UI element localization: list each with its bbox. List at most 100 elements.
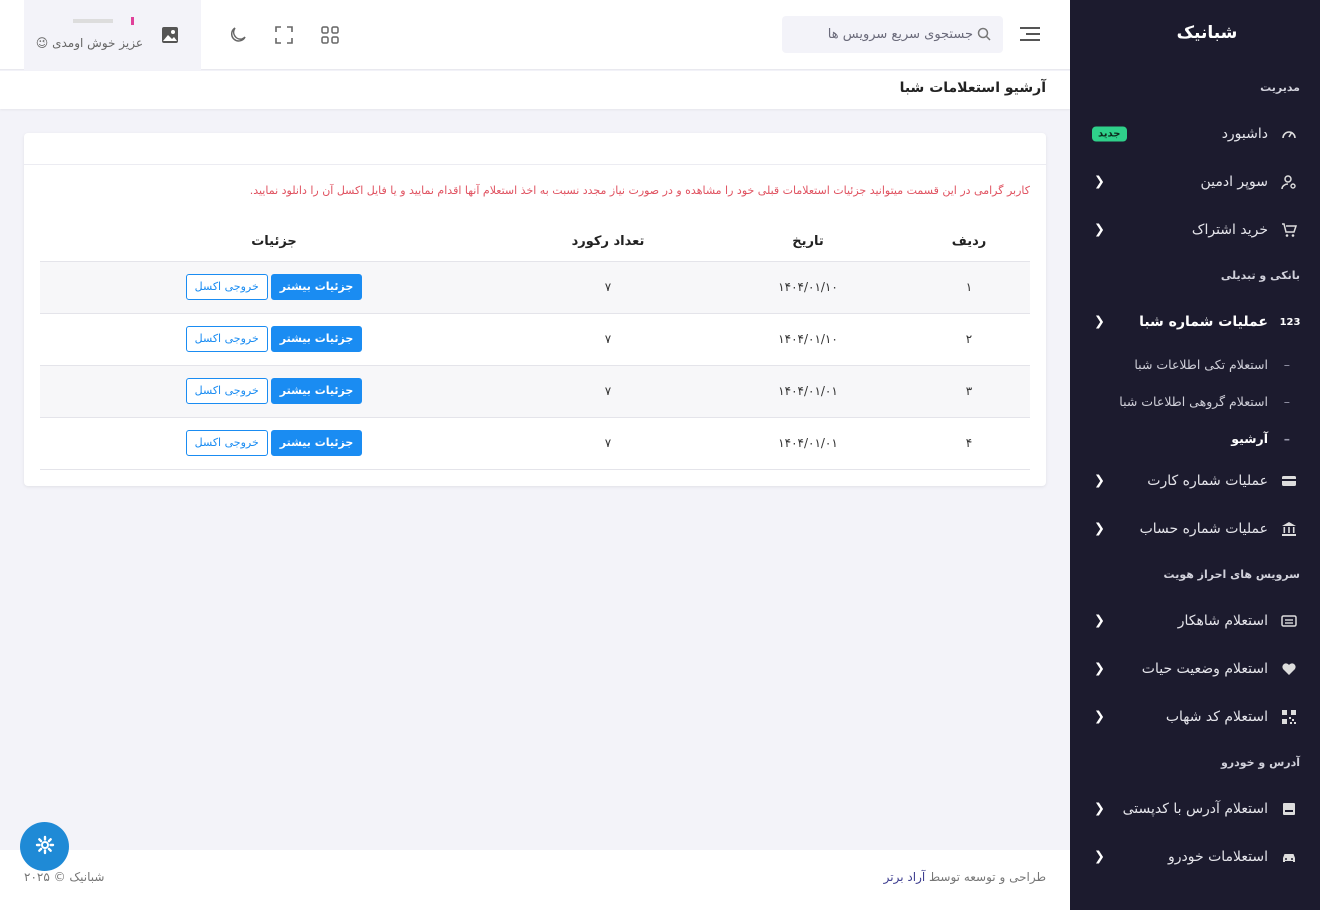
cell-date: ۱۴۰۴/۰۱/۱۰: [708, 261, 908, 314]
user-greeting: عزیز خوش اومدی 😉: [35, 36, 143, 50]
section-title-address: آدرس و خودرو: [1220, 756, 1300, 769]
credit-card-icon: [1280, 472, 1298, 490]
sidebar-item-account-ops[interactable]: عملیات شماره حساب ❮: [1070, 505, 1320, 553]
sidebar-item-label: عملیات شماره شبا: [1139, 314, 1268, 330]
footer-copyright: شبانیک © ۲۰۲۵: [24, 870, 105, 884]
sidebar-subitem-group-sheba[interactable]: – استعلام گروهی اطلاعات شبا: [1070, 383, 1320, 420]
dash-icon: –: [1283, 431, 1290, 446]
chevron-left-icon: ❮: [1094, 661, 1105, 677]
cell-details: جزئیات بیشترخروجی اکسل: [40, 417, 508, 470]
archive-card: کاربر گرامی در این قسمت میتوانید جزئیات …: [24, 133, 1046, 486]
more-details-button[interactable]: جزئیات بیشتر: [270, 326, 363, 352]
menu-toggle-icon[interactable]: [1020, 25, 1042, 46]
table-header-row: ردیف تاریخ تعداد رکورد جزئیات: [40, 223, 1030, 262]
id-card-icon: [1280, 612, 1298, 630]
table-row: ۴ ۱۴۰۴/۰۱/۰۱ ۷ جزئیات بیشترخروجی اکسل: [40, 417, 1030, 470]
user-admin-icon: [1280, 173, 1298, 191]
excel-export-button[interactable]: خروجی اکسل: [185, 378, 268, 404]
chevron-left-icon: ❮: [1094, 521, 1105, 537]
cell-count: ۷: [508, 261, 708, 314]
chevron-left-icon: ❮: [1094, 222, 1105, 238]
sidebar-item-vehicle[interactable]: استعلامات خودرو ❮: [1070, 833, 1320, 881]
brand-text-b: نیک: [1176, 23, 1208, 43]
brand-logo[interactable]: شبا نیک: [1070, 0, 1320, 66]
sidebar-item-label: سوپر ادمین: [1200, 174, 1268, 190]
column-header-details: جزئیات: [40, 223, 508, 262]
sidebar-item-label: عملیات شماره حساب: [1139, 521, 1268, 537]
bank-icon: [1280, 520, 1298, 538]
sidebar: شبا نیک مدیریت داشبورد جدید سوپر ادمین ❮ …: [1070, 0, 1320, 910]
sidebar-item-dashboard[interactable]: داشبورد جدید: [1070, 110, 1320, 158]
cart-icon: [1280, 221, 1298, 239]
apps-grid-icon[interactable]: [319, 24, 341, 46]
more-details-button[interactable]: جزئیات بیشتر: [270, 274, 363, 300]
cell-date: ۱۴۰۴/۰۱/۱۰: [708, 313, 908, 366]
sidebar-subitem-label: استعلام تکی اطلاعات شبا: [1134, 357, 1268, 372]
search-icon: [977, 27, 991, 45]
page-title: آرشیو استعلامات شبا: [899, 80, 1046, 96]
sidebar-subitem-archive[interactable]: – آرشیو: [1070, 420, 1320, 457]
sidebar-item-label: استعلام کد شهاب: [1165, 709, 1268, 725]
excel-export-button[interactable]: خروجی اکسل: [185, 430, 268, 456]
sidebar-item-shahab[interactable]: استعلام کد شهاب ❮: [1070, 693, 1320, 741]
section-title-manage: مدیریت: [1260, 81, 1300, 94]
sidebar-item-buy-subscription[interactable]: خرید اشتراک ❮: [1070, 206, 1320, 254]
footer-credit-prefix: طراحی و توسعه توسط: [929, 870, 1046, 884]
sidebar-item-postal-address[interactable]: استعلام آدرس با کدپستی ❮: [1070, 785, 1320, 833]
user-name-placeholder: [71, 16, 141, 26]
sidebar-item-card-ops[interactable]: عملیات شماره کارت ❮: [1070, 457, 1320, 505]
more-details-button[interactable]: جزئیات بیشتر: [270, 430, 363, 456]
cell-count: ۷: [508, 313, 708, 366]
dash-icon: –: [1283, 357, 1290, 372]
dark-mode-moon-icon[interactable]: [227, 24, 249, 46]
settings-fab-button[interactable]: [20, 822, 69, 871]
sidebar-item-label: عملیات شماره کارت: [1147, 473, 1268, 489]
sidebar-subitem-single-sheba[interactable]: – استعلام تکی اطلاعات شبا: [1070, 346, 1320, 383]
sidebar-item-life-status[interactable]: استعلام وضعیت حیات ❮: [1070, 645, 1320, 693]
chevron-left-icon: ❮: [1094, 473, 1105, 489]
section-title-banking: بانکی و تبدیلی: [1220, 269, 1300, 282]
cell-details: جزئیات بیشترخروجی اکسل: [40, 365, 508, 418]
speedometer-icon: [1280, 125, 1298, 143]
user-profile[interactable]: عزیز خوش اومدی 😉: [24, 0, 201, 70]
sidebar-item-super-admin[interactable]: سوپر ادمین ❮: [1070, 158, 1320, 206]
archive-table: ردیف تاریخ تعداد رکورد جزئیات ۱ ۱۴۰۴/۰۱/…: [40, 223, 1030, 470]
excel-export-button[interactable]: خروجی اکسل: [185, 274, 268, 300]
chevron-left-icon: ❮: [1094, 613, 1105, 629]
chevron-left-icon: ❮: [1094, 314, 1105, 330]
sidebar-item-label: استعلام شاهکار: [1177, 613, 1268, 629]
cell-date: ۱۴۰۴/۰۱/۰۱: [708, 365, 908, 418]
sidebar-item-shahkar[interactable]: استعلام شاهکار ❮: [1070, 597, 1320, 645]
cell-index: ۲: [908, 313, 1030, 366]
cell-details: جزئیات بیشترخروجی اکسل: [40, 261, 508, 314]
fullscreen-icon[interactable]: [273, 24, 295, 46]
search-input[interactable]: جستجوی سریع سرویس ها: [782, 16, 1003, 53]
notice-text: کاربر گرامی در این قسمت میتوانید جزئیات …: [249, 184, 1030, 197]
gear-icon: [35, 835, 55, 858]
sidebar-subitem-label: استعلام گروهی اطلاعات شبا: [1119, 394, 1268, 409]
chevron-left-icon: ❮: [1094, 174, 1105, 190]
column-header-date: تاریخ: [708, 223, 908, 262]
postal-box-icon: [1280, 800, 1298, 818]
more-details-button[interactable]: جزئیات بیشتر: [270, 378, 363, 404]
sidebar-item-label: استعلام وضعیت حیات: [1141, 661, 1268, 677]
qr-code-icon: [1280, 708, 1298, 726]
sidebar-item-label: خرید اشتراک: [1191, 222, 1268, 238]
cell-count: ۷: [508, 417, 708, 470]
dash-icon: –: [1283, 394, 1290, 409]
cell-details: جزئیات بیشترخروجی اکسل: [40, 313, 508, 366]
cell-index: ۴: [908, 417, 1030, 470]
brand-text-a: شبا: [1207, 23, 1238, 43]
chevron-left-icon: ❮: [1094, 801, 1105, 817]
car-icon: [1280, 848, 1298, 866]
excel-export-button[interactable]: خروجی اکسل: [185, 326, 268, 352]
sidebar-item-label: داشبورد: [1221, 126, 1268, 142]
sidebar-item-sheba-ops[interactable]: 123 عملیات شماره شبا ❮: [1070, 298, 1320, 346]
section-title-identity: سرویس های احراز هویت: [1163, 568, 1300, 581]
footer: طراحی و توسعه توسط آراد برتر شبانیک © ۲۰…: [0, 850, 1070, 910]
search-placeholder: جستجوی سریع سرویس ها: [827, 27, 973, 42]
column-header-index: ردیف: [908, 223, 1030, 262]
footer-credit-link[interactable]: آراد برتر: [884, 870, 926, 884]
chevron-left-icon: ❮: [1094, 709, 1105, 725]
heart-icon: [1280, 660, 1298, 678]
